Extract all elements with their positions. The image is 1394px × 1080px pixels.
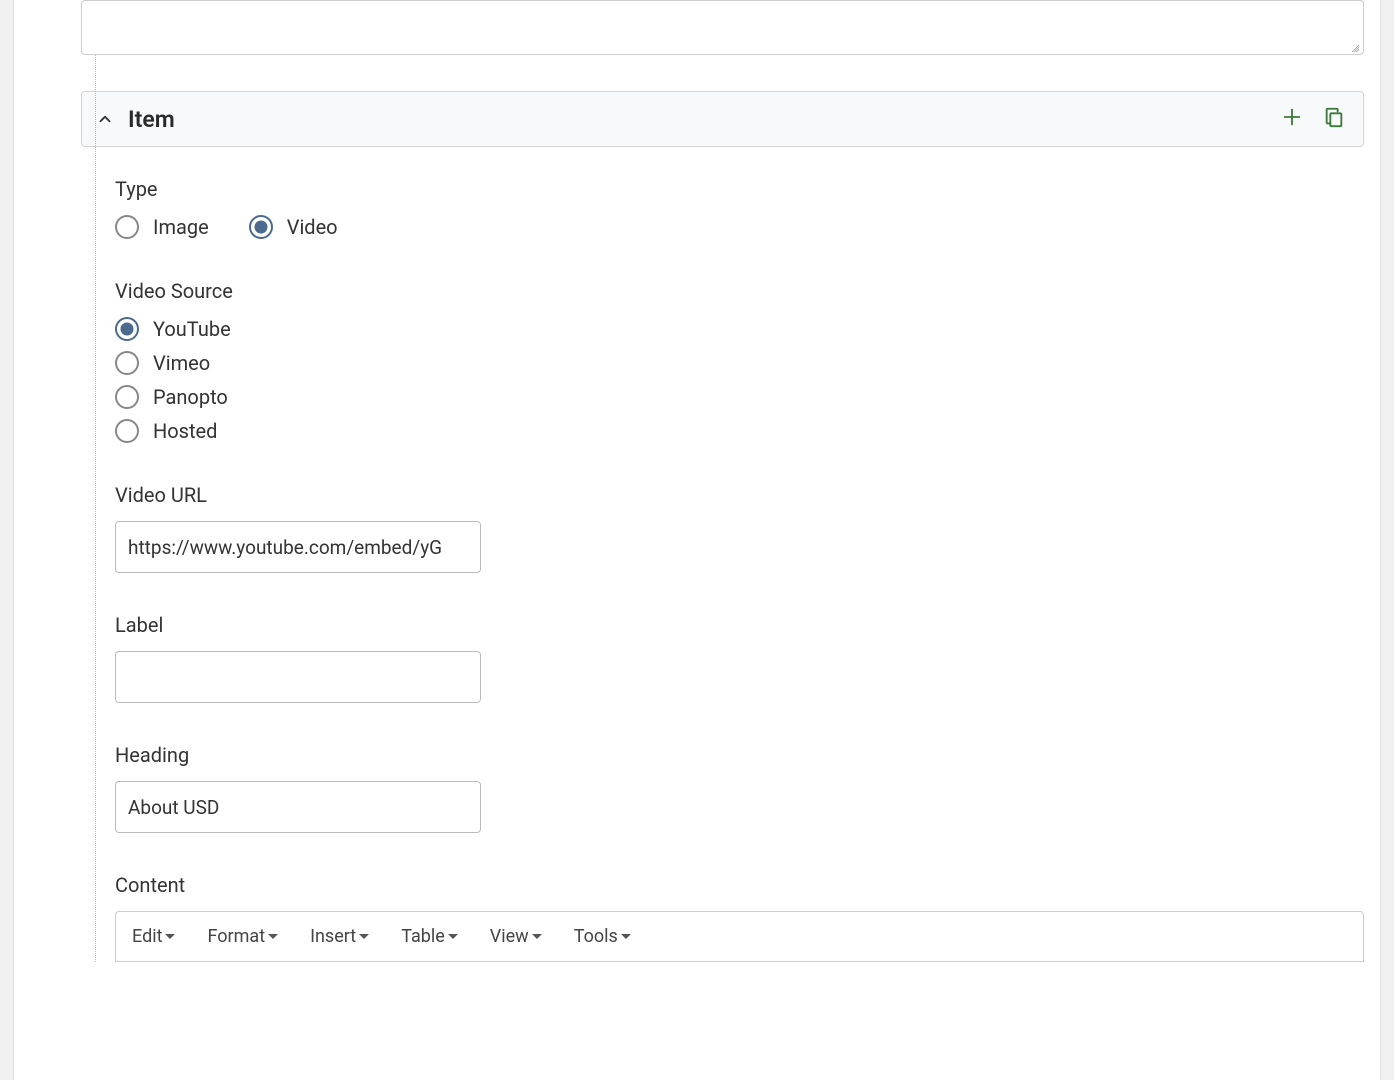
editor-menu-insert[interactable]: Insert bbox=[310, 926, 369, 947]
radio-option-panopto[interactable]: Panopto bbox=[115, 385, 1364, 409]
type-group: Type Image Video bbox=[115, 177, 1364, 239]
type-label: Type bbox=[115, 177, 1364, 201]
heading-group: Heading bbox=[115, 743, 1364, 833]
radio-label: Image bbox=[153, 215, 209, 239]
video-source-radio-col: YouTube Vimeo Panopto bbox=[115, 317, 1364, 443]
tree-guide-line bbox=[95, 0, 96, 962]
chevron-down-icon bbox=[359, 934, 369, 939]
video-source-group: Video Source YouTube Vimeo bbox=[115, 279, 1364, 443]
item-header-actions bbox=[1281, 106, 1345, 133]
menu-label: Table bbox=[401, 926, 445, 947]
type-radio-row: Image Video bbox=[115, 215, 1364, 239]
radio-icon bbox=[115, 419, 139, 443]
chevron-down-icon bbox=[165, 934, 175, 939]
page-container: Item Type bbox=[13, 0, 1381, 1080]
radio-icon bbox=[115, 385, 139, 409]
label-label: Label bbox=[115, 613, 1364, 637]
radio-option-youtube[interactable]: YouTube bbox=[115, 317, 1364, 341]
editor-menu-table[interactable]: Table bbox=[401, 926, 458, 947]
editor-toolbar: Edit Format Insert Table bbox=[115, 911, 1364, 962]
item-title: Item bbox=[128, 106, 175, 133]
radio-icon bbox=[249, 215, 273, 239]
radio-label: YouTube bbox=[153, 317, 231, 341]
item-header-left: Item bbox=[96, 106, 175, 133]
radio-label: Panopto bbox=[153, 385, 228, 409]
radio-icon bbox=[115, 351, 139, 375]
label-group: Label bbox=[115, 613, 1364, 703]
radio-option-image[interactable]: Image bbox=[115, 215, 209, 239]
menu-label: Format bbox=[207, 926, 265, 947]
copy-icon[interactable] bbox=[1323, 106, 1345, 133]
inner-content: Item Type bbox=[48, 0, 1380, 962]
item-body: Type Image Video bbox=[81, 147, 1364, 962]
plus-icon[interactable] bbox=[1281, 106, 1303, 133]
video-url-label: Video URL bbox=[115, 483, 1364, 507]
radio-label: Hosted bbox=[153, 419, 217, 443]
chevron-down-icon bbox=[532, 934, 542, 939]
menu-label: Edit bbox=[132, 926, 162, 947]
radio-icon bbox=[115, 317, 139, 341]
chevron-up-icon[interactable] bbox=[96, 110, 114, 128]
menu-label: Tools bbox=[574, 926, 618, 947]
menu-label: View bbox=[490, 926, 529, 947]
video-url-input[interactable] bbox=[115, 521, 481, 573]
radio-option-vimeo[interactable]: Vimeo bbox=[115, 351, 1364, 375]
prior-textarea[interactable] bbox=[81, 0, 1364, 55]
heading-label: Heading bbox=[115, 743, 1364, 767]
video-url-group: Video URL bbox=[115, 483, 1364, 573]
video-source-label: Video Source bbox=[115, 279, 1364, 303]
item-header[interactable]: Item bbox=[81, 91, 1364, 147]
editor-menu-format[interactable]: Format bbox=[207, 926, 278, 947]
radio-option-video[interactable]: Video bbox=[249, 215, 338, 239]
chevron-down-icon bbox=[621, 934, 631, 939]
menu-label: Insert bbox=[310, 926, 356, 947]
label-input[interactable] bbox=[115, 651, 481, 703]
radio-icon bbox=[115, 215, 139, 239]
editor-menu-edit[interactable]: Edit bbox=[132, 926, 175, 947]
radio-label: Video bbox=[287, 215, 338, 239]
content-label: Content bbox=[115, 873, 1364, 897]
item-section: Item Type bbox=[81, 91, 1364, 962]
editor-menu-view[interactable]: View bbox=[490, 926, 542, 947]
radio-option-hosted[interactable]: Hosted bbox=[115, 419, 1364, 443]
chevron-down-icon bbox=[448, 934, 458, 939]
content-group: Content Edit Format Insert bbox=[115, 873, 1364, 962]
chevron-down-icon bbox=[268, 934, 278, 939]
editor-menu-tools[interactable]: Tools bbox=[574, 926, 631, 947]
resize-grip-icon[interactable] bbox=[1347, 40, 1359, 52]
heading-input[interactable] bbox=[115, 781, 481, 833]
content-wrapper: Item Type bbox=[48, 0, 1380, 962]
radio-label: Vimeo bbox=[153, 351, 210, 375]
